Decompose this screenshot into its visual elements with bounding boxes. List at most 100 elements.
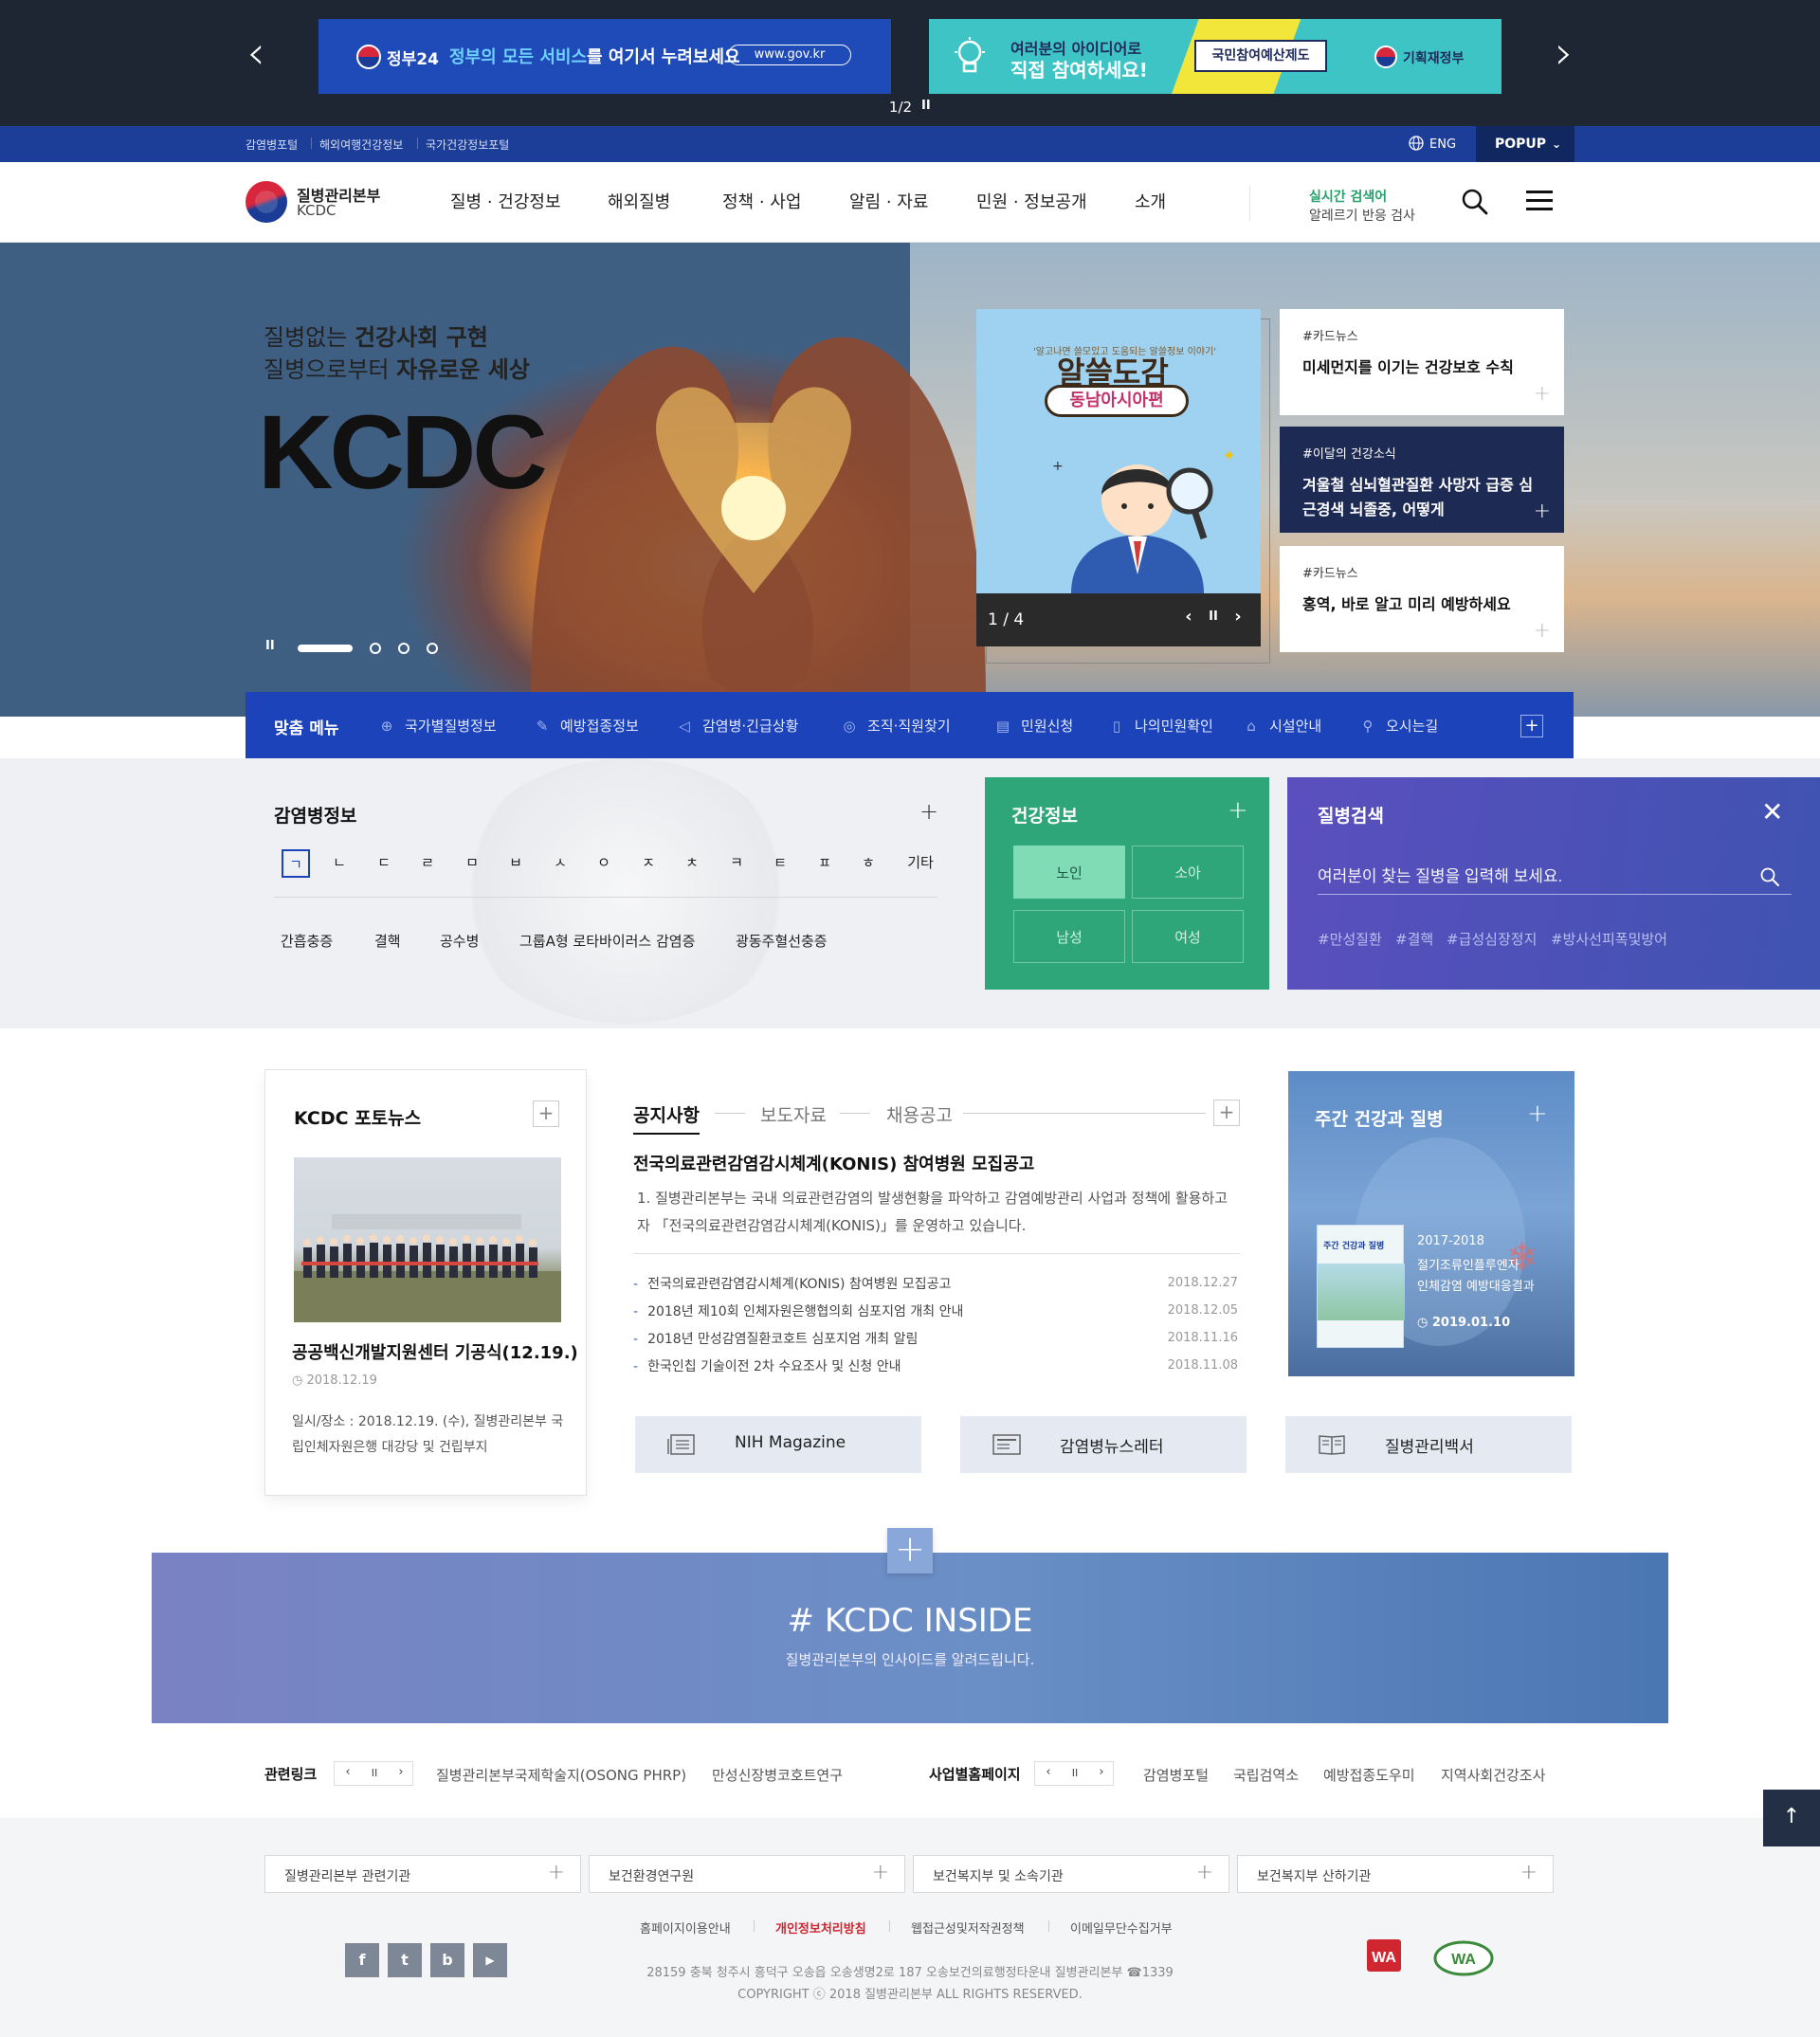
consonant-filter[interactable]: ㅂ: [501, 849, 530, 878]
footer-link-usage[interactable]: 홈페이지이용안내: [640, 1919, 731, 1937]
related-prev-button[interactable]: ‹: [335, 1765, 361, 1779]
banner-next-button[interactable]: ›: [1545, 25, 1583, 82]
search-icon[interactable]: [1460, 187, 1490, 217]
tab-press[interactable]: 보도자료: [760, 1101, 827, 1127]
tab-recruit[interactable]: 채용공고: [886, 1101, 953, 1127]
quick-item-vaccination[interactable]: ✎ 예방접종정보: [532, 716, 639, 736]
white-paper-button[interactable]: 질병관리백서: [1285, 1416, 1572, 1473]
plus-icon[interactable]: +: [1534, 382, 1551, 406]
consonant-filter[interactable]: ㅌ: [766, 849, 794, 878]
footer-select-mohw-subsidiaries[interactable]: 보건복지부 산하기관 +: [1237, 1855, 1554, 1893]
business-link[interactable]: 감염병포털: [1143, 1765, 1209, 1785]
close-icon[interactable]: ✕: [1761, 796, 1783, 828]
popup-toggle-button[interactable]: POPUP ⌄: [1476, 126, 1574, 162]
scroll-to-top-button[interactable]: ↑: [1763, 1790, 1820, 1846]
card-pause-button[interactable]: II: [1204, 609, 1223, 632]
consonant-filter[interactable]: ㄴ: [325, 849, 354, 878]
gnb-civil-info[interactable]: 민원 · 정보공개: [976, 189, 1087, 213]
weekly-health-plus-icon[interactable]: +: [1527, 1100, 1548, 1128]
util-link-infection-portal[interactable]: 감염병포털: [246, 136, 298, 153]
footer-select-mohw-affiliates[interactable]: 보건복지부 및 소속기관 +: [913, 1855, 1229, 1893]
health-info-plus-icon[interactable]: +: [1228, 796, 1248, 825]
gnb-notice-data[interactable]: 알림 · 자료: [849, 189, 928, 213]
consonant-filter[interactable]: ㄹ: [413, 849, 442, 878]
gnb-disease-health[interactable]: 질병 · 건강정보: [450, 189, 561, 213]
notice-list-item[interactable]: - 한국인칩 기술이전 2차 수요조사 및 신청 안내 2018.11.08: [633, 1356, 1240, 1383]
gov24-banner[interactable]: 정부24 정부의 모든 서비스를 여기서 누려보세요 www.gov.kr: [318, 19, 891, 94]
quick-item-directions[interactable]: ⚲ 오시는길: [1357, 716, 1439, 736]
hero-slide-indicator[interactable]: [398, 643, 410, 654]
banner-prev-button[interactable]: ‹: [237, 25, 275, 82]
language-eng-link[interactable]: ENG: [1409, 136, 1456, 152]
photo-news-caption[interactable]: 공공백신개발지원센터 기공식(12.19.): [292, 1339, 578, 1364]
util-link-travel-health[interactable]: 해외여행건강정보: [319, 136, 403, 153]
hamburger-menu-icon[interactable]: [1526, 191, 1555, 213]
disease-link[interactable]: 광동주혈선충증: [736, 931, 828, 951]
health-btn-child[interactable]: 소아: [1132, 846, 1244, 899]
card-news-item[interactable]: #카드뉴스 미세먼지를 이기는 건강보호 수칙 +: [1280, 309, 1564, 415]
business-prev-button[interactable]: ‹: [1035, 1765, 1062, 1779]
infect-info-plus-icon[interactable]: +: [919, 798, 938, 825]
disease-link[interactable]: 간흡충증: [281, 931, 333, 951]
consonant-filter[interactable]: ㅎ: [854, 849, 883, 878]
search-tag[interactable]: #방사선피폭및방어: [1551, 929, 1667, 949]
health-btn-male[interactable]: 남성: [1013, 910, 1125, 963]
hero-pause-button[interactable]: II: [265, 639, 281, 658]
consonant-filter[interactable]: 기타: [902, 849, 938, 878]
related-link[interactable]: 질병관리본부국제학술지(OSONG PHRP): [436, 1765, 686, 1785]
quick-menu-plus-button[interactable]: +: [1520, 715, 1543, 737]
quick-item-emergency[interactable]: ◁ 감염병·긴급상황: [674, 716, 798, 736]
notice-plus-icon[interactable]: +: [1213, 1100, 1240, 1126]
hero-slide-indicator[interactable]: [370, 643, 381, 654]
photo-news-image[interactable]: [294, 1157, 561, 1322]
gnb-overseas-disease[interactable]: 해외질병: [608, 189, 670, 213]
tab-notice[interactable]: 공지사항: [633, 1101, 700, 1135]
card-news-item[interactable]: #카드뉴스 홍역, 바로 알고 미리 예방하세요 +: [1280, 546, 1564, 652]
consonant-filter[interactable]: ㅊ: [678, 849, 706, 878]
disease-link[interactable]: 공수병: [440, 931, 479, 951]
budget-participation-banner[interactable]: 여러분의 아이디어로 직접 참여하세요! 국민참여예산제도 기획재정부: [929, 19, 1502, 94]
hero-slide-indicator-active[interactable]: [298, 645, 353, 652]
consonant-filter[interactable]: ㅋ: [722, 849, 751, 878]
footer-link-accessibility[interactable]: 웹접근성및저작권정책: [911, 1919, 1025, 1937]
notice-list-item[interactable]: -2018년 제10회 인체자원은행협의회 심포지엄 개최 안내 2018.12.…: [633, 1301, 1240, 1328]
realtime-search-word[interactable]: 알레르기 반응 검사: [1309, 206, 1415, 225]
business-link[interactable]: 예방접종도우미: [1323, 1765, 1415, 1785]
search-tag[interactable]: #결핵: [1395, 929, 1433, 949]
disease-search-input[interactable]: [1318, 859, 1792, 895]
related-link[interactable]: 만성신장병코호트연구: [712, 1765, 843, 1785]
card-next-button[interactable]: ›: [1228, 607, 1247, 629]
footer-select-kcdc-agencies[interactable]: 질병관리본부 관련기관 +: [264, 1855, 581, 1893]
disease-link[interactable]: 결핵: [374, 931, 401, 951]
gnb-introduction[interactable]: 소개: [1135, 189, 1166, 213]
quick-item-staff-search[interactable]: ◎ 조직·직원찾기: [839, 716, 950, 736]
quick-item-country-disease[interactable]: ⊕ 국가별질병정보: [376, 716, 497, 736]
card-prev-button[interactable]: ‹: [1179, 607, 1198, 629]
disease-link[interactable]: 그룹A형 로타바이러스 감염증: [519, 931, 695, 951]
notice-headline[interactable]: 전국의료관련감염감시체계(KONIS) 참여병원 모집공고: [633, 1151, 1034, 1175]
business-link[interactable]: 국립검역소: [1233, 1765, 1299, 1785]
consonant-filter[interactable]: ㄱ: [282, 849, 310, 878]
infection-newsletter-button[interactable]: 감염병뉴스레터: [960, 1416, 1247, 1473]
gnb-policy-business[interactable]: 정책 · 사업: [722, 189, 801, 213]
site-name-en[interactable]: KCDC: [297, 202, 337, 219]
banner-pause-button[interactable]: II: [921, 99, 938, 121]
business-pause-button[interactable]: II: [1062, 1767, 1088, 1779]
nih-magazine-button[interactable]: NIH Magazine: [635, 1416, 921, 1473]
search-tag[interactable]: #만성질환: [1318, 929, 1382, 949]
consonant-filter[interactable]: ㅍ: [810, 849, 839, 878]
photo-news-plus-icon[interactable]: +: [533, 1100, 559, 1127]
inside-plus-button[interactable]: +: [887, 1528, 933, 1573]
consonant-filter[interactable]: ㄷ: [370, 849, 398, 878]
consonant-filter[interactable]: ㅁ: [458, 849, 486, 878]
util-link-health-portal[interactable]: 국가건강정보포털: [426, 136, 509, 153]
quick-item-civil-request[interactable]: ▤ 민원신청: [992, 716, 1073, 736]
consonant-filter[interactable]: ㅅ: [546, 849, 574, 878]
health-btn-elderly[interactable]: 노인: [1013, 846, 1125, 899]
quick-item-facility[interactable]: ⌂ 시설안내: [1241, 716, 1321, 736]
footer-link-email-refusal[interactable]: 이메일무단수집거부: [1070, 1919, 1173, 1937]
kcdc-logo-icon[interactable]: [246, 181, 287, 223]
plus-icon[interactable]: +: [1534, 619, 1551, 643]
quick-item-my-civil[interactable]: ▯ 나의민원확인: [1106, 716, 1213, 736]
related-pause-button[interactable]: II: [361, 1767, 388, 1779]
